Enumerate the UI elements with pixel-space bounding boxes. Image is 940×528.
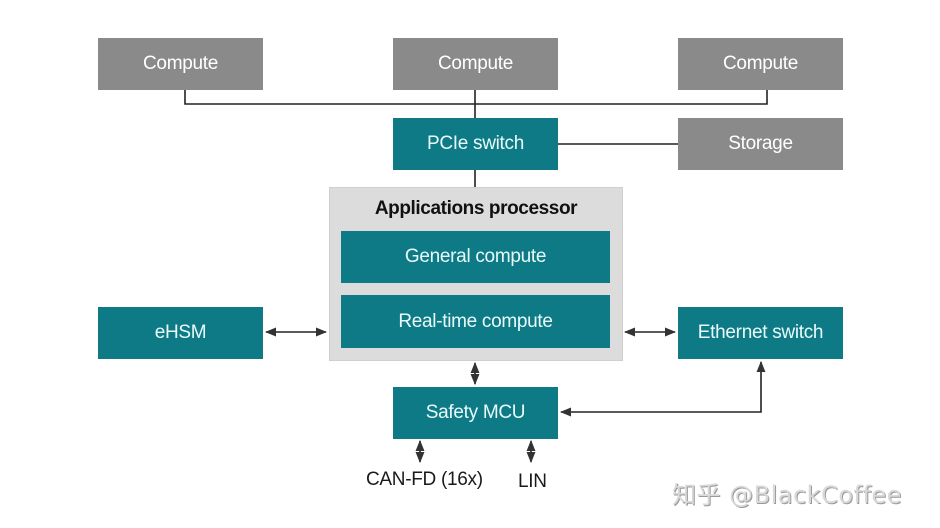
compute-node-1: Compute <box>98 38 263 90</box>
compute-node-label: Compute <box>723 53 798 74</box>
pcie-switch-block: PCIe switch <box>393 118 558 170</box>
safety-mcu-label: Safety MCU <box>425 402 526 423</box>
pcie-switch-label: PCIe switch <box>426 133 524 154</box>
compute-node-label: Compute <box>438 53 513 74</box>
ehsm-label: eHSM <box>154 322 207 343</box>
safety-mcu-block: Safety MCU <box>393 387 558 439</box>
general-compute-label: General compute <box>404 246 547 267</box>
compute-node-2: Compute <box>393 38 558 90</box>
storage-block: Storage <box>678 118 843 170</box>
applications-processor-title: Applications processor <box>374 198 578 219</box>
lin-label: LIN <box>518 471 547 492</box>
ethernet-switch-label: Ethernet switch <box>697 322 824 343</box>
storage-label: Storage <box>728 133 793 154</box>
ethernet-switch-block: Ethernet switch <box>678 307 843 359</box>
watermark-text: 知乎 @BlackCoffee <box>672 481 902 509</box>
compute-node-label: Compute <box>143 53 218 74</box>
compute-bus-line <box>184 90 768 105</box>
ehsm-block: eHSM <box>98 307 263 359</box>
can-fd-label: CAN-FD (16x) <box>366 469 483 490</box>
ethernet-mcu-arrow <box>559 360 766 417</box>
real-time-compute-label: Real-time compute <box>398 310 553 332</box>
real-time-compute-block: Real-time compute <box>341 295 610 348</box>
general-compute-block: General compute <box>341 231 610 283</box>
compute-node-3: Compute <box>678 38 843 90</box>
